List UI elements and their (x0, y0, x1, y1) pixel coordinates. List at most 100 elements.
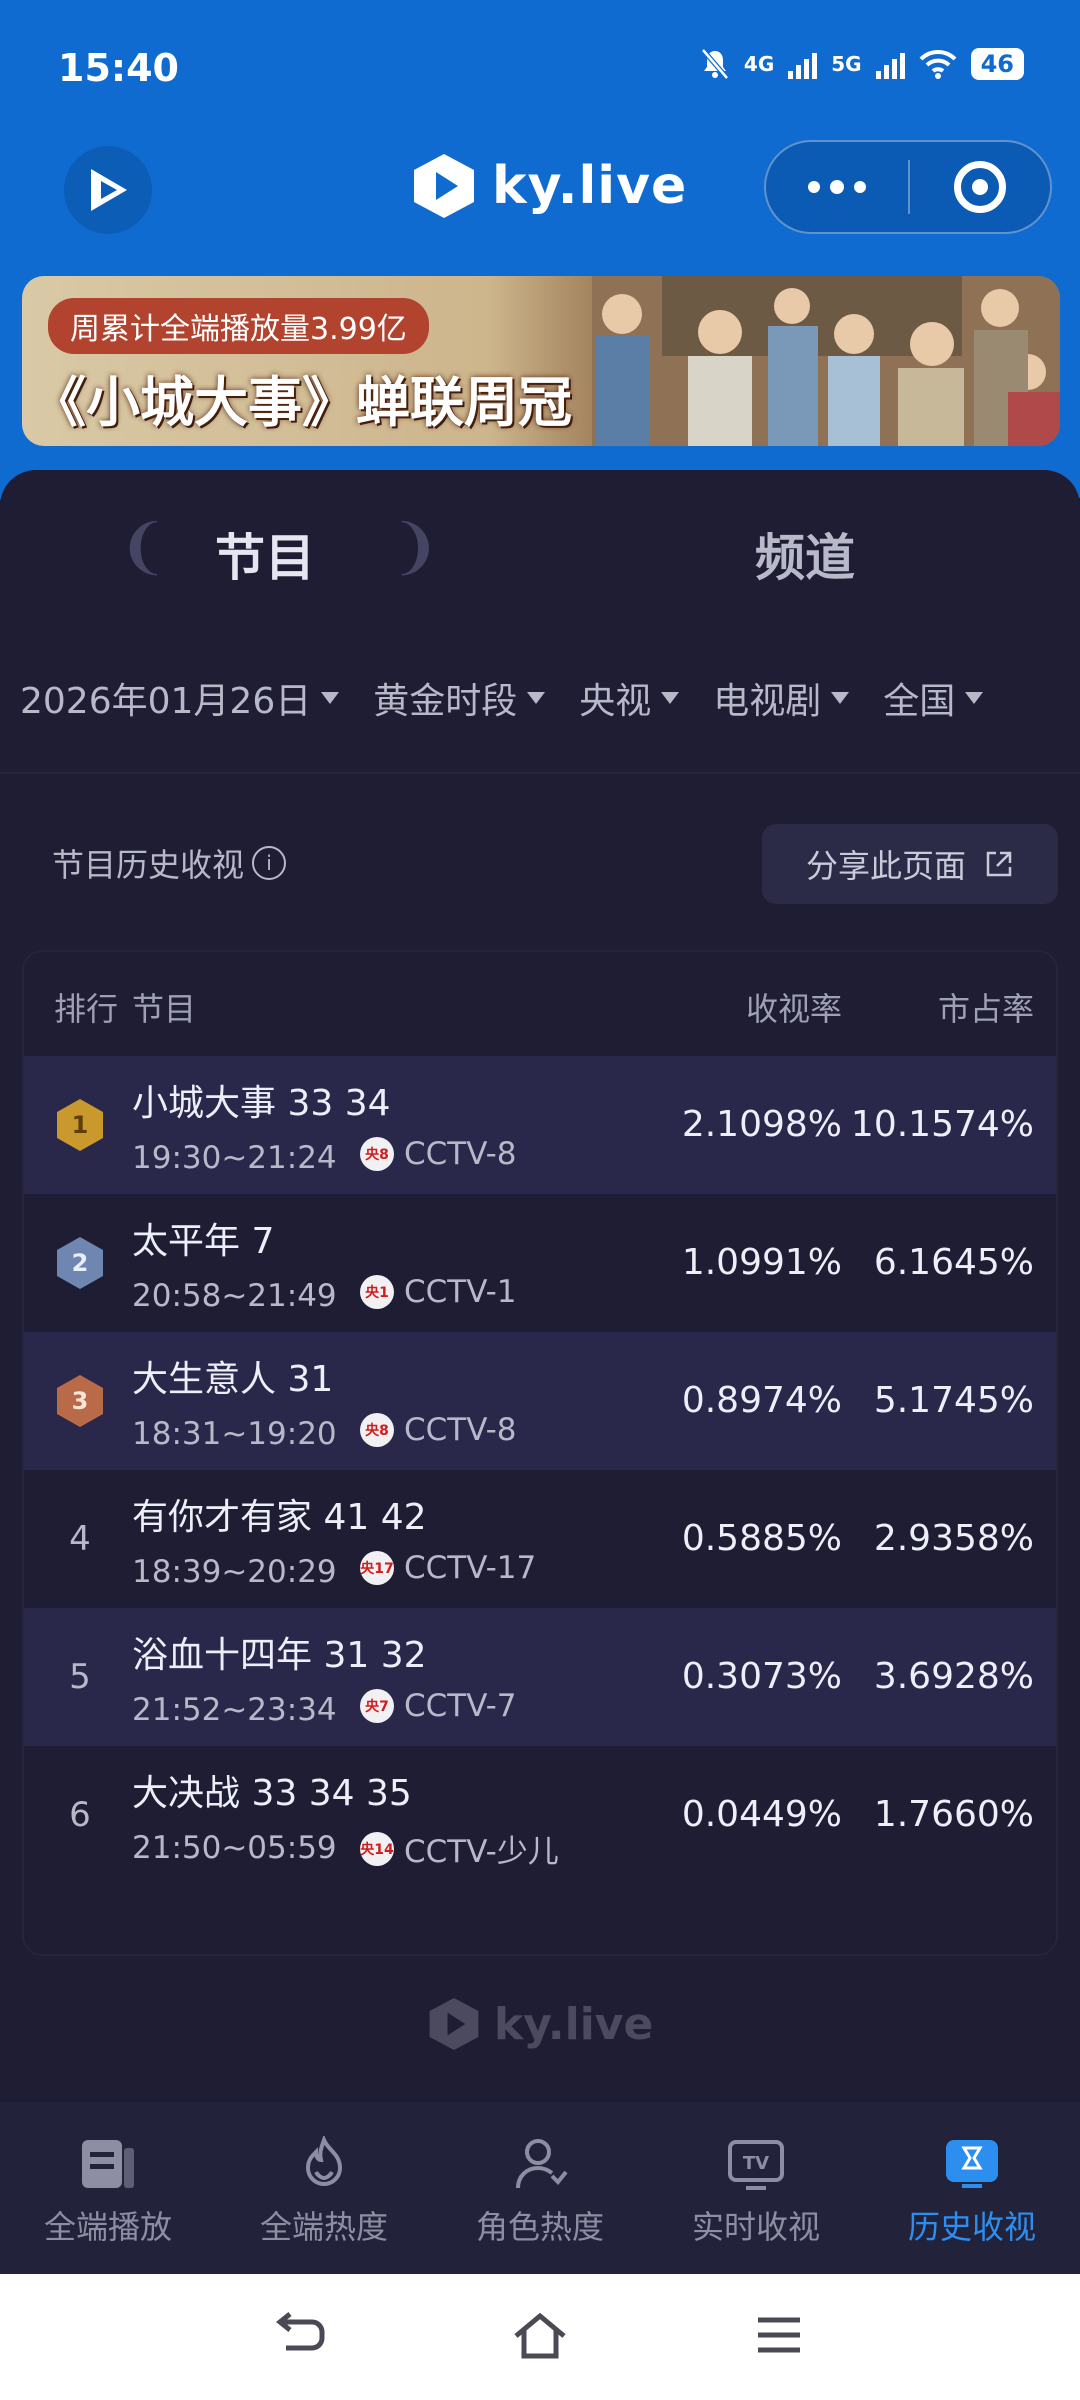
channel-cell: 央14 CCTV-少儿 (360, 1826, 559, 1871)
program-name: 有你才有家 41 42 (132, 1497, 427, 1538)
target-icon (954, 161, 1006, 213)
footer-logo: ky.live (428, 1996, 653, 2052)
program-time: 20:58~21:49 (132, 1278, 337, 1314)
caret-down-icon (831, 692, 850, 704)
svg-text:TV: TV (743, 2153, 769, 2174)
program-time: 21:52~23:34 (132, 1692, 337, 1728)
nav-label: 实时收视 (691, 2208, 820, 2246)
signal-4g-icon (788, 49, 818, 79)
table-row[interactable]: 1 小城大事 33 34 19:30~21:24 央8 CCTV-8 2.1098… (24, 1056, 1056, 1194)
promo-banner[interactable]: 周累计全端播放量3.99亿 《小城大事》蝉联周冠 (22, 276, 1060, 446)
table-row[interactable]: 6 大决战 33 34 35 21:50~05:59 央14 CCTV-少儿 0.… (24, 1746, 1056, 1884)
filter-channel-group[interactable]: 央视 (579, 672, 680, 724)
filter-region[interactable]: 全国 (883, 672, 984, 724)
rating-value: 0.5885% (681, 1518, 842, 1559)
nav-realtime-rating[interactable]: TV 实时收视 (648, 2102, 864, 2274)
header-rank: 排行 (54, 990, 119, 1028)
nav-all-heat[interactable]: 全端热度 (216, 2102, 432, 2274)
mute-bell-icon (701, 48, 729, 80)
info-icon[interactable]: i (252, 846, 287, 880)
table-row[interactable]: 4 有你才有家 41 42 18:39~20:29 央17 CCTV-17 0.5… (24, 1470, 1056, 1608)
channel-name: CCTV-1 (404, 1274, 517, 1310)
filter-genre-label: 电视剧 (713, 681, 822, 722)
menu-icon[interactable] (754, 2310, 804, 2360)
hourglass-icon (946, 2140, 998, 2188)
back-arrow-icon[interactable] (272, 2310, 328, 2360)
logo-text: ky.live (492, 156, 688, 216)
home-logo-button[interactable] (64, 146, 152, 234)
header-share: 市占率 (937, 990, 1034, 1028)
table-header: 排行 节目 收视率 市占率 (24, 952, 1056, 1056)
share-value: 5.1745% (873, 1380, 1034, 1421)
rank-cell: 4 (69, 1519, 91, 1559)
more-button[interactable] (766, 142, 908, 232)
share-value: 2.9358% (873, 1518, 1034, 1559)
caret-down-icon (661, 692, 680, 704)
section-divider (0, 772, 1080, 774)
program-time: 21:50~05:59 (132, 1830, 337, 1866)
channel-cell: 央17 CCTV-17 (360, 1550, 536, 1586)
table-row[interactable]: 5 浴血十四年 31 32 21:52~23:34 央7 CCTV-7 0.307… (24, 1608, 1056, 1746)
tab-program[interactable]: 节目 (215, 518, 315, 590)
filter-bar: 2026年01月26日 黄金时段 央视 电视剧 全国 (20, 668, 1060, 728)
program-time: 19:30~21:24 (132, 1140, 337, 1176)
laurel-left-icon: ❨ (118, 512, 169, 582)
channel-name: CCTV-17 (404, 1550, 537, 1586)
tab-channel[interactable]: 频道 (755, 518, 855, 590)
nav-all-play[interactable]: 全端播放 (0, 2102, 216, 2274)
rank-cell: 1 (48, 1056, 112, 1194)
channel-name: CCTV-8 (404, 1412, 517, 1448)
dot (854, 181, 866, 193)
nav-label: 角色热度 (475, 2208, 604, 2246)
table-row[interactable]: 2 太平年 7 20:58~21:49 央1 CCTV-1 1.0991% 6.1… (24, 1194, 1056, 1332)
flame-icon (305, 2136, 343, 2186)
system-nav-bar (0, 2274, 1080, 2400)
channel-cell: 央1 CCTV-1 (360, 1274, 517, 1310)
channel-cell: 央8 CCTV-8 (360, 1136, 517, 1172)
channel-name: CCTV-8 (404, 1136, 517, 1172)
status-time: 15:40 (58, 46, 179, 90)
share-page-button[interactable]: 分享此页面 (762, 824, 1058, 904)
ratings-table: 排行 节目 收视率 市占率 1 小城大事 33 34 19:30~21:24 央… (22, 950, 1058, 1956)
filter-timeslot-label: 黄金时段 (373, 681, 518, 722)
play-logo-icon (91, 169, 127, 211)
header-program: 节目 (132, 990, 197, 1028)
banner-tag: 周累计全端播放量3.99亿 (48, 298, 429, 354)
laurel-right-icon: ❩ (390, 512, 441, 582)
caret-down-icon (321, 692, 340, 704)
nav-role-heat[interactable]: 角色热度 (432, 2102, 648, 2274)
bronze-medal-icon: 3 (57, 1375, 103, 1427)
close-miniprogram-button[interactable] (910, 142, 1050, 232)
wifi-icon (919, 49, 957, 79)
filter-date[interactable]: 2026年01月26日 (20, 672, 340, 724)
cctv-logo-icon: 央8 (360, 1413, 394, 1447)
rating-value: 0.8974% (681, 1380, 842, 1421)
filter-genre[interactable]: 电视剧 (713, 672, 850, 724)
channel-cell: 央8 CCTV-8 (360, 1412, 517, 1448)
filter-date-label: 2026年01月26日 (20, 681, 312, 722)
program-name: 大生意人 31 (132, 1359, 334, 1400)
battery-indicator: 46 (970, 48, 1024, 80)
home-icon[interactable] (510, 2310, 570, 2362)
footer-logo-text: ky.live (494, 1998, 654, 2050)
rank-cell: 3 (48, 1332, 112, 1470)
nav-label: 全端热度 (259, 2208, 388, 2246)
program-time: 18:39~20:29 (132, 1554, 337, 1590)
rank-cell: 6 (69, 1795, 91, 1835)
nav-history-rating[interactable]: 历史收视 (864, 2102, 1080, 2274)
channel-cell: 央7 CCTV-7 (360, 1688, 517, 1724)
app-logo: ky.live (412, 152, 687, 220)
bottom-nav: 全端播放 全端热度 角色热度 TV 实时收视 历史收视 (0, 2102, 1080, 2274)
share-value: 1.7660% (873, 1794, 1034, 1835)
external-link-icon (986, 851, 1012, 877)
app-header: ky.live (0, 138, 1080, 238)
program-name: 小城大事 33 34 (132, 1083, 391, 1124)
table-row[interactable]: 3 大生意人 31 18:31~19:20 央8 CCTV-8 0.8974% 5… (24, 1332, 1056, 1470)
cctv-logo-icon: 央17 (360, 1551, 394, 1585)
cctv-logo-icon: 央1 (360, 1275, 394, 1309)
rating-value: 2.1098% (681, 1104, 842, 1145)
share-value: 3.6928% (873, 1656, 1034, 1697)
net-5g-label: 5G (831, 52, 862, 76)
filter-timeslot[interactable]: 黄金时段 (373, 672, 546, 724)
playlist-icon (82, 2140, 134, 2188)
